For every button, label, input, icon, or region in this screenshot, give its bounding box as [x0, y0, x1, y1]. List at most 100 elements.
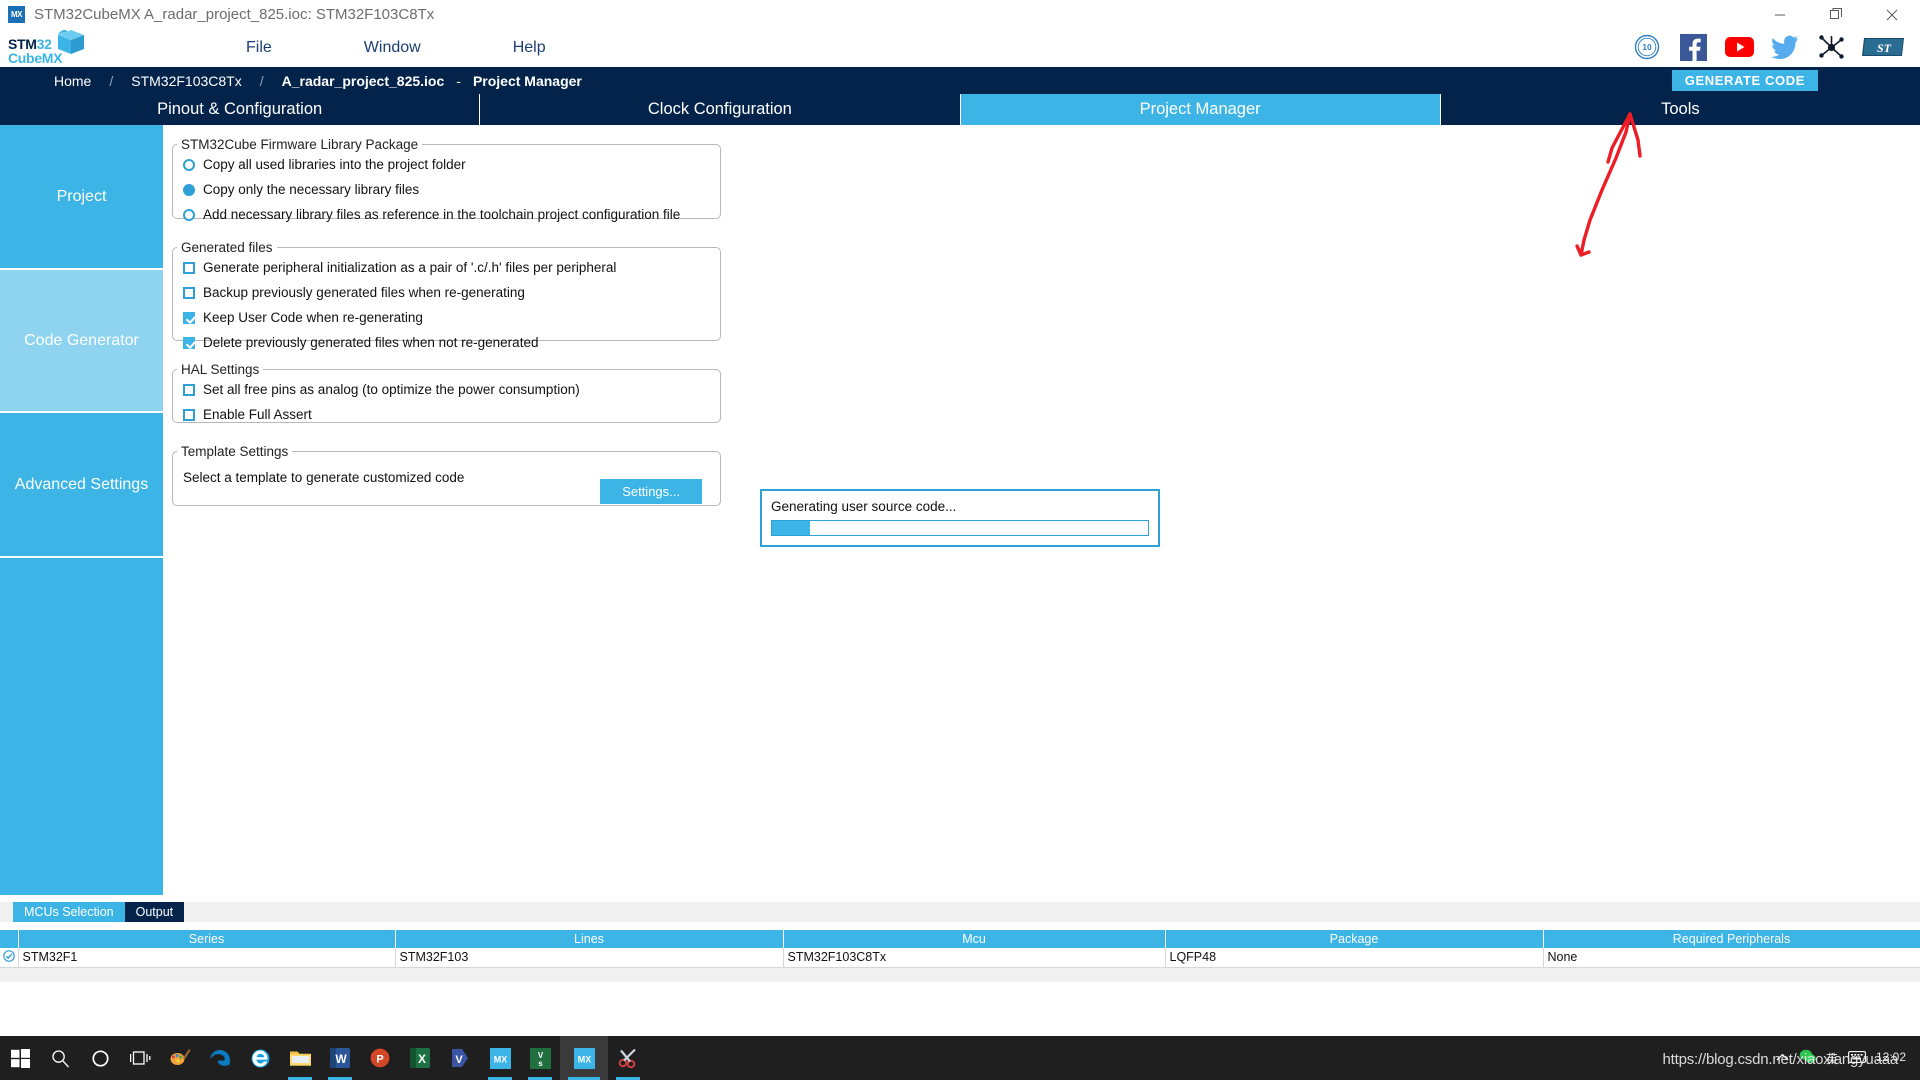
checkbox-row-keep-user-code[interactable]: Keep User Code when re-generating — [173, 305, 720, 330]
generating-code-progressbar — [771, 520, 1149, 536]
cubemx-logo: STM32 CubeMX — [8, 30, 96, 68]
row-selected-check[interactable] — [0, 948, 19, 968]
social-links: 10 ST — [1632, 32, 1906, 62]
file-explorer-icon[interactable] — [280, 1036, 320, 1080]
search-icon[interactable] — [40, 1036, 80, 1080]
cortana-icon[interactable] — [80, 1036, 120, 1080]
visual-studio-icon[interactable]: V s — [520, 1036, 560, 1080]
menu-item-help[interactable]: Help — [467, 39, 592, 57]
snipping-tool-icon[interactable] — [608, 1036, 648, 1080]
sidebar-filler — [0, 558, 163, 893]
breadcrumb-home[interactable]: Home — [48, 73, 97, 89]
ten-years-badge-icon[interactable]: 10 — [1632, 32, 1662, 62]
cube-icon — [58, 30, 84, 54]
svg-text:10: 10 — [1642, 42, 1652, 52]
word-icon[interactable]: W — [320, 1036, 360, 1080]
template-settings-group: Template Settings Select a template to g… — [172, 444, 721, 506]
community-network-icon[interactable] — [1816, 32, 1846, 62]
menu-item-file[interactable]: File — [200, 39, 318, 57]
svg-text:s: s — [538, 1059, 543, 1068]
checkbox-row-free-pins-analog[interactable]: Set all free pins as analog (to optimize… — [173, 377, 720, 402]
start-button[interactable] — [0, 1036, 40, 1080]
breadcrumb-file[interactable]: A_radar_project_825.ioc — [276, 73, 451, 89]
checkbox-row-full-assert[interactable]: Enable Full Assert — [173, 402, 720, 427]
bottom-tab-mcus-selection[interactable]: MCUs Selection — [13, 902, 125, 922]
radio-copy-necessary-files-icon[interactable] — [183, 183, 195, 196]
checkbox-delete-generated-label: Delete previously generated files when n… — [203, 335, 539, 350]
powerpoint-icon[interactable]: P — [360, 1036, 400, 1080]
checkbox-row-peripheral-init[interactable]: Generate peripheral initialization as a … — [173, 255, 720, 280]
radio-row-copy-necessary[interactable]: Copy only the necessary library files — [173, 177, 720, 202]
excel-icon[interactable]: X — [400, 1036, 440, 1080]
tab-project-manager[interactable]: Project Manager — [960, 94, 1441, 125]
close-button[interactable] — [1864, 0, 1920, 29]
checkbox-row-backup-files[interactable]: Backup previously generated files when r… — [173, 280, 720, 305]
bottom-panel-tabs: MCUs Selection Output — [0, 902, 1920, 922]
checkbox-full-assert-icon[interactable] — [183, 408, 195, 421]
table-header-package[interactable]: Package — [1165, 930, 1544, 948]
table-header-mcu[interactable]: Mcu — [783, 930, 1166, 948]
svg-text:MX: MX — [577, 1054, 591, 1064]
template-settings-button[interactable]: Settings... — [600, 479, 702, 504]
svg-text:P: P — [376, 1054, 383, 1066]
restore-button[interactable] — [1808, 0, 1864, 29]
edge-icon[interactable] — [200, 1036, 240, 1080]
checkbox-keep-user-code-icon[interactable] — [183, 311, 195, 324]
radio-add-as-reference-icon[interactable] — [183, 208, 195, 221]
cubemx-icon[interactable]: MX — [480, 1036, 520, 1080]
windows-taskbar: W P X V MX V s MX 英 12:02 — [0, 1036, 1920, 1080]
checkbox-free-pins-analog-icon[interactable] — [183, 383, 195, 396]
radio-row-copy-all[interactable]: Copy all used libraries into the project… — [173, 152, 720, 177]
project-manager-sidebar: Project Code Generator Advanced Settings — [0, 125, 163, 895]
cubemx-active-icon[interactable]: MX — [560, 1036, 608, 1080]
breadcrumb-separator-1: / — [109, 72, 114, 89]
checkbox-backup-files-icon[interactable] — [183, 286, 195, 299]
cell-mcu: STM32F103C8Tx — [783, 948, 1166, 968]
twitter-icon[interactable] — [1770, 32, 1800, 62]
tab-tools[interactable]: Tools — [1441, 94, 1920, 125]
stm32cubemx-window: MX STM32CubeMX A_radar_project_825.ioc: … — [0, 0, 1920, 1080]
checkbox-full-assert-label: Enable Full Assert — [203, 407, 312, 422]
checkbox-row-delete-generated[interactable]: Delete previously generated files when n… — [173, 330, 720, 355]
sidebar-item-project[interactable]: Project — [0, 125, 163, 270]
checkbox-delete-generated-icon[interactable] — [183, 336, 195, 349]
title-bar: MX STM32CubeMX A_radar_project_825.ioc: … — [0, 0, 1920, 29]
watermark-text: https://blog.csdn.net/xiaoxiangyuaaa — [1662, 1051, 1899, 1068]
firmware-library-package-legend: STM32Cube Firmware Library Package — [181, 137, 419, 152]
sidebar-item-advanced-settings[interactable]: Advanced Settings — [0, 413, 163, 558]
tab-pinout-configuration[interactable]: Pinout & Configuration — [0, 94, 481, 125]
breadcrumb-page: Project Manager — [472, 72, 582, 89]
app-icon: MX — [8, 6, 25, 23]
st-logo-icon[interactable]: ST — [1862, 32, 1906, 62]
sidebar-item-code-generator[interactable]: Code Generator — [0, 270, 163, 413]
facebook-icon[interactable] — [1678, 32, 1708, 62]
generate-code-button[interactable]: GENERATE CODE — [1671, 70, 1818, 91]
table-row[interactable]: STM32F1 STM32F103 STM32F103C8Tx LQFP48 N… — [0, 948, 1920, 968]
checkbox-peripheral-init-icon[interactable] — [183, 261, 195, 274]
generated-files-group: Generated files Generate peripheral init… — [172, 240, 721, 350]
youtube-icon[interactable] — [1724, 32, 1754, 62]
mcu-selection-table-wrapper: Series Lines Mcu Package Required Periph… — [0, 930, 1920, 982]
table-header-series[interactable]: Series — [18, 930, 396, 948]
task-view-icon[interactable] — [120, 1036, 160, 1080]
radio-copy-all-libraries-icon[interactable] — [183, 158, 195, 171]
radio-row-add-reference[interactable]: Add necessary library files as reference… — [173, 202, 720, 227]
svg-text:X: X — [418, 1052, 426, 1066]
mcu-selection-table: Series Lines Mcu Package Required Periph… — [0, 930, 1920, 968]
breadcrumb-mcu[interactable]: STM32F103C8Tx — [125, 73, 247, 89]
menu-item-window[interactable]: Window — [318, 39, 467, 57]
visio-icon[interactable]: V — [440, 1036, 480, 1080]
generating-code-dialog: Generating user source code... — [760, 489, 1160, 547]
main-tab-bar: Pinout & Configuration Clock Configurati… — [0, 94, 1920, 125]
internet-explorer-icon[interactable] — [240, 1036, 280, 1080]
paint-3d-icon[interactable] — [160, 1036, 200, 1080]
bottom-tab-output[interactable]: Output — [124, 902, 185, 922]
minimize-button[interactable] — [1752, 0, 1808, 29]
table-header-required-peripherals[interactable]: Required Peripherals — [1543, 930, 1920, 948]
cell-package: LQFP48 — [1165, 948, 1544, 968]
tab-clock-configuration[interactable]: Clock Configuration — [480, 94, 961, 125]
checkbox-keep-user-code-label: Keep User Code when re-generating — [203, 310, 423, 325]
table-empty-space — [0, 967, 1920, 982]
table-header-lines[interactable]: Lines — [395, 930, 784, 948]
menu-bar: STM32 CubeMX File Window Help 10 ST — [0, 29, 1920, 67]
